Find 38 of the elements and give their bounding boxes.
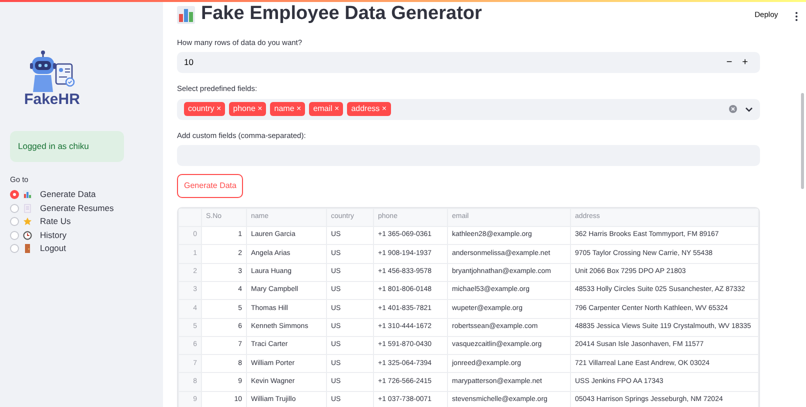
page-title: Fake Employee Data Generator <box>201 3 482 26</box>
field-tag[interactable]: address × <box>347 102 391 116</box>
login-message: Logged in as chiku <box>10 131 124 162</box>
nav-item-label: Generate Data <box>40 188 96 202</box>
radio-button[interactable] <box>10 190 19 200</box>
nav-item-label: History <box>40 228 66 242</box>
bar-chart-icon <box>177 6 195 24</box>
nav-radio-item[interactable]: Generate Resumes <box>10 202 114 215</box>
clock-icon <box>23 230 32 240</box>
clear-icon[interactable] <box>729 105 737 113</box>
document-icon <box>23 204 32 213</box>
decrement-button[interactable]: − <box>721 58 738 68</box>
nav-radio-item[interactable]: Logout <box>10 242 66 256</box>
radio-button[interactable] <box>10 204 19 213</box>
field-tag[interactable]: email × <box>309 102 344 116</box>
door-icon <box>23 244 32 254</box>
increment-button[interactable]: + <box>737 58 753 68</box>
multiselect-field[interactable]: country × phone × name × email × address × <box>177 98 760 120</box>
nav-radio-item[interactable]: Rate Us <box>10 215 71 228</box>
logo-text: FakeHR <box>24 92 80 107</box>
star-icon <box>23 217 32 226</box>
radio-button[interactable] <box>10 230 19 240</box>
nav-radio-item[interactable]: History <box>10 228 66 242</box>
generate-button[interactable]: Generate Data <box>177 174 244 198</box>
bar-chart-icon <box>23 190 32 200</box>
radio-button[interactable] <box>10 217 19 226</box>
field-tag[interactable]: name × <box>270 102 306 116</box>
chevron-down-icon[interactable] <box>745 106 753 112</box>
menu-icon[interactable] <box>795 12 798 21</box>
field-tag[interactable]: phone × <box>229 102 266 116</box>
number-input[interactable]: 10 − + <box>177 52 760 74</box>
radio-button[interactable] <box>10 244 19 254</box>
nav-radio-item[interactable]: Generate Data <box>10 188 96 202</box>
nav-item-label: Logout <box>40 242 66 256</box>
nav-item-label: Generate Resumes <box>40 202 114 215</box>
nav-item-label: Rate Us <box>40 215 71 228</box>
field-tag[interactable]: country × <box>184 102 226 116</box>
scrollbar-thumb[interactable] <box>801 93 804 189</box>
